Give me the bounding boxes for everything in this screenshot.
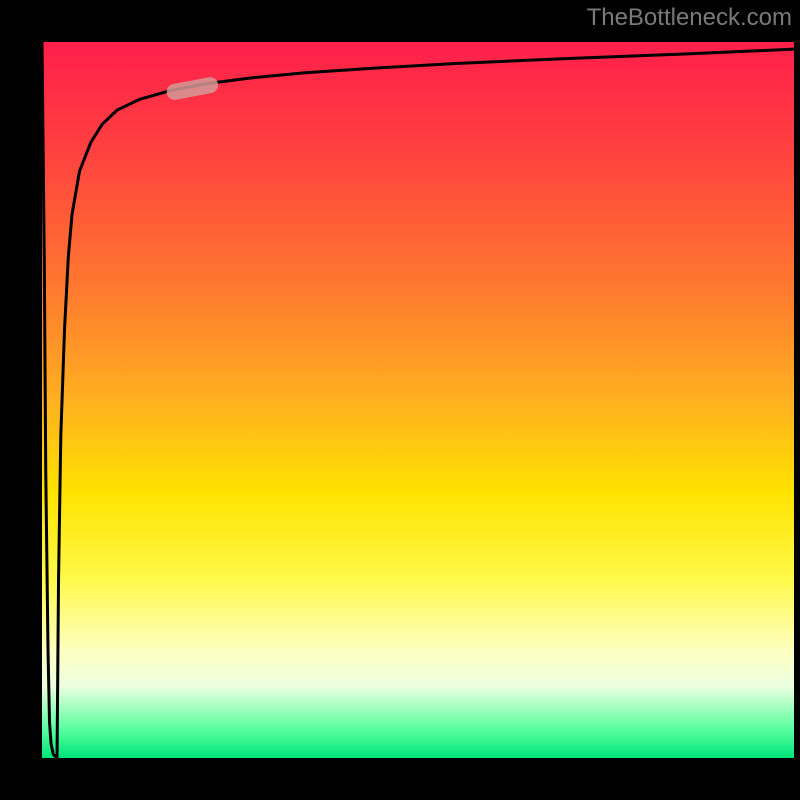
chart-container: TheBottleneck.com	[0, 0, 800, 800]
plot-gradient-background	[42, 42, 794, 758]
watermark-text: TheBottleneck.com	[587, 4, 792, 32]
